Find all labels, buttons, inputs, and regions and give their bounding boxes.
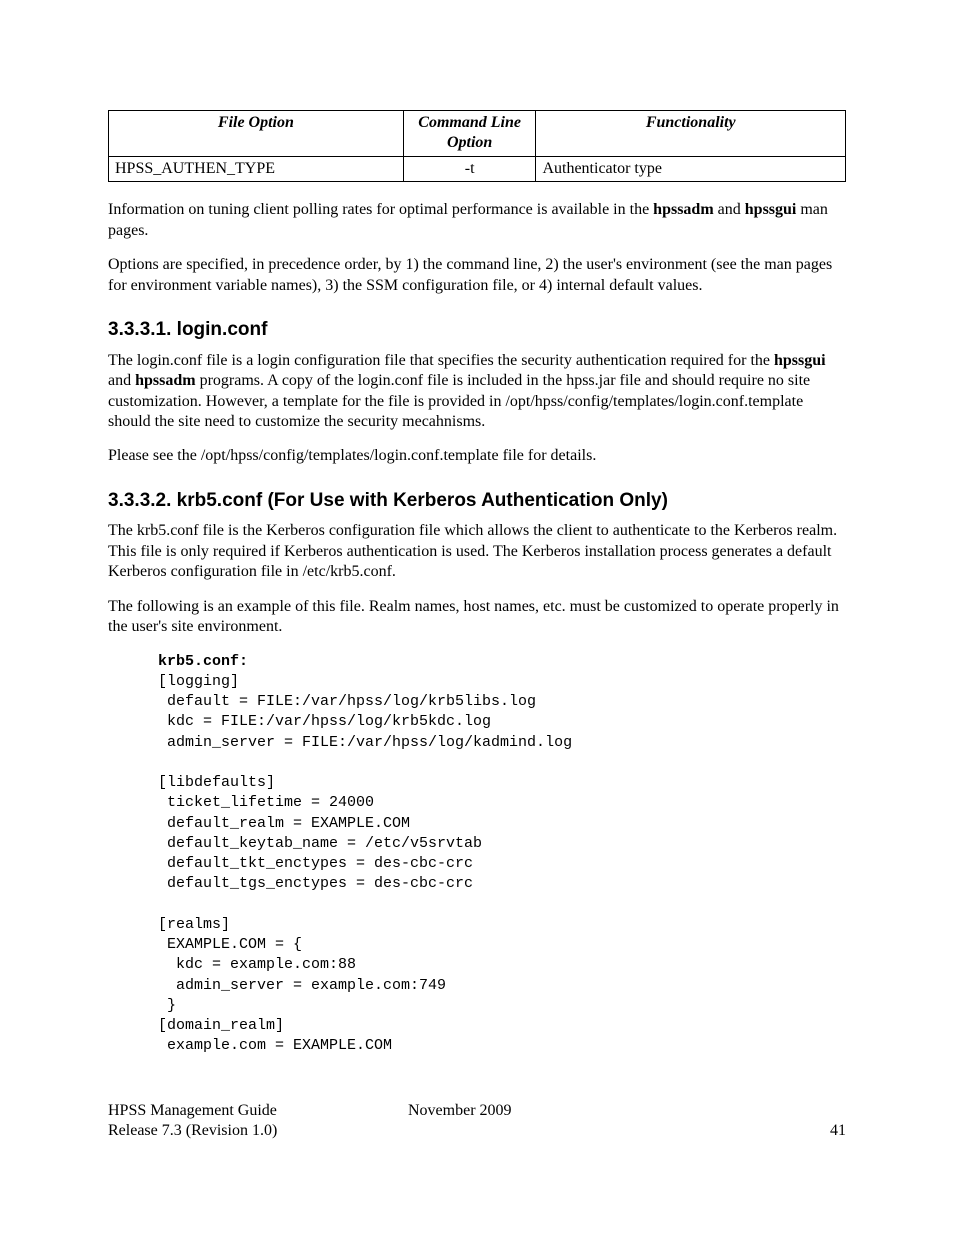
footer-date: November 2009 xyxy=(408,1101,608,1121)
td-functionality: Authenticator type xyxy=(536,156,846,181)
paragraph-krb5-desc: The krb5.conf file is the Kerberos confi… xyxy=(108,521,846,582)
th-file-option: File Option xyxy=(109,111,404,157)
td-file-option: HPSS_AUTHEN_TYPE xyxy=(109,156,404,181)
td-command: -t xyxy=(403,156,536,181)
paragraph-krb5-example: The following is an example of this file… xyxy=(108,597,846,638)
paragraph-login-see: Please see the /opt/hpss/config/template… xyxy=(108,446,846,466)
paragraph-tuning: Information on tuning client polling rat… xyxy=(108,200,846,241)
table-row: HPSS_AUTHEN_TYPE -t Authenticator type xyxy=(109,156,846,181)
footer-page-number: 41 xyxy=(608,1121,846,1141)
footer-release: Release 7.3 (Revision 1.0) xyxy=(108,1121,408,1141)
heading-login-conf: 3.3.3.1. login.conf xyxy=(108,318,846,342)
page-footer: HPSS Management Guide Release 7.3 (Revis… xyxy=(108,1101,846,1142)
table-header-row: File Option Command Line Option Function… xyxy=(109,111,846,157)
th-functionality: Functionality xyxy=(536,111,846,157)
options-table: File Option Command Line Option Function… xyxy=(108,110,846,182)
heading-krb5-conf: 3.3.3.2. krb5.conf (For Use with Kerbero… xyxy=(108,489,846,513)
paragraph-login-desc: The login.conf file is a login configura… xyxy=(108,351,846,433)
paragraph-precedence: Options are specified, in precedence ord… xyxy=(108,255,846,296)
code-block-krb5: krb5.conf: [logging] default = FILE:/var… xyxy=(158,652,846,1057)
footer-guide: HPSS Management Guide xyxy=(108,1101,408,1121)
th-command-line: Command Line Option xyxy=(403,111,536,157)
